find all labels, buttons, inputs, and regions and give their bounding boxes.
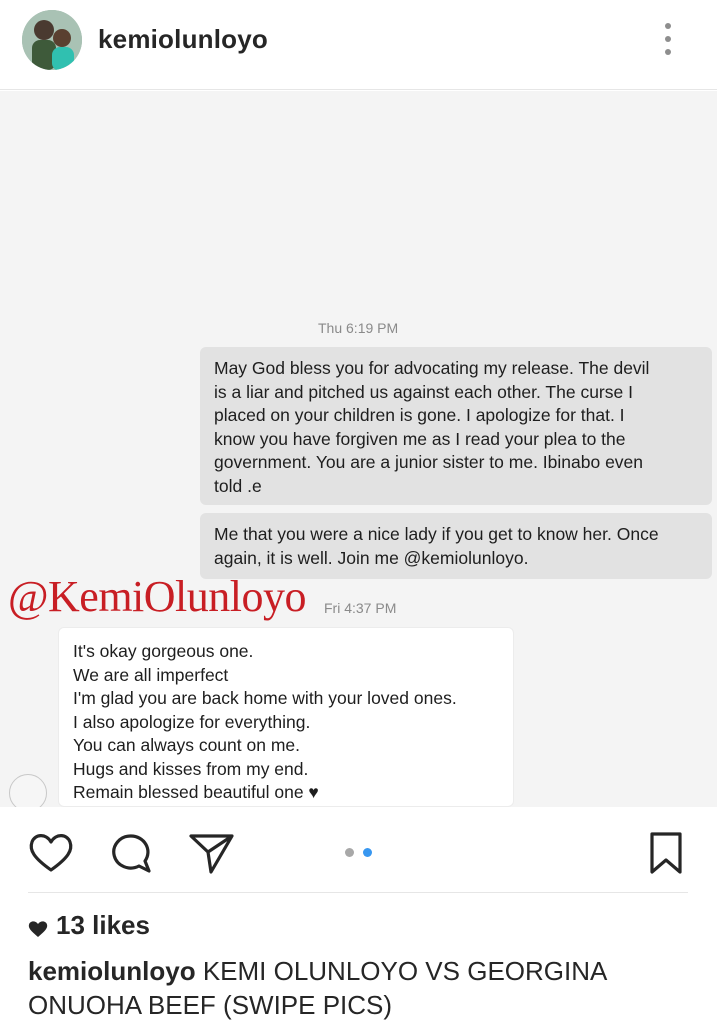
- caption: kemiolunloyo KEMI OLUNLOYO VS GEORGINA O…: [28, 954, 708, 1022]
- message-bubble-incoming: It's okay gorgeous one. We are all imper…: [58, 627, 514, 807]
- message-line: You can always count on me.: [73, 735, 300, 755]
- message-line: again, it is well. Join me @kemiolunloyo…: [214, 547, 529, 568]
- message-line: government. You are a junior sister to m…: [214, 452, 644, 472]
- message-line: I also apologize for everything.: [73, 711, 311, 732]
- comment-icon[interactable]: [106, 828, 156, 878]
- message-line: It's okay gorgeous one.: [73, 641, 254, 661]
- message-line: placed on your children is gone. I apolo…: [214, 405, 625, 425]
- more-vertical-icon[interactable]: [656, 20, 680, 58]
- divider: [28, 892, 688, 893]
- caption-username[interactable]: kemiolunloyo: [28, 956, 196, 986]
- message-bubble-outgoing: Me that you were a nice lady if you get …: [200, 513, 712, 579]
- post-image[interactable]: Thu 6:19 PM May God bless you for advoca…: [0, 91, 717, 807]
- avatar[interactable]: [22, 10, 82, 70]
- message-timestamp: Fri 4:37 PM: [324, 600, 397, 616]
- heart-outline-icon[interactable]: [26, 828, 76, 878]
- bookmark-icon[interactable]: [642, 828, 692, 878]
- share-icon[interactable]: [186, 828, 236, 878]
- message-line: I'm glad you are back home with your lov…: [73, 688, 457, 708]
- watermark-text: @KemiOlunloyo: [8, 572, 307, 621]
- carousel-indicator: [343, 846, 377, 860]
- header-username[interactable]: kemiolunloyo: [98, 24, 268, 55]
- carousel-dot: [345, 848, 354, 857]
- message-timestamp: Thu 6:19 PM: [318, 320, 399, 336]
- action-bar: [0, 808, 717, 894]
- message-line: We are all imperfect: [73, 664, 229, 685]
- avatar-photo-icon: [22, 10, 82, 70]
- post-header: kemiolunloyo: [0, 0, 717, 90]
- message-line: May God bless you for advocating my rele…: [214, 358, 650, 378]
- message-line: Remain blessed beautiful one ♥: [73, 782, 319, 802]
- message-line: know you have forgiven me as I read your…: [214, 428, 626, 449]
- carousel-dot-active: [363, 848, 372, 857]
- message-line: is a liar and pitched us against each ot…: [214, 381, 633, 402]
- message-line: Hugs and kisses from my end.: [73, 758, 309, 779]
- message-bubble-outgoing: May God bless you for advocating my rele…: [200, 347, 712, 505]
- heart-filled-icon: [28, 921, 48, 937]
- likes-count[interactable]: 13 likes: [56, 910, 150, 941]
- message-line: told .e: [214, 475, 262, 496]
- sender-avatar-placeholder: [9, 774, 47, 807]
- message-line: Me that you were a nice lady if you get …: [214, 524, 659, 544]
